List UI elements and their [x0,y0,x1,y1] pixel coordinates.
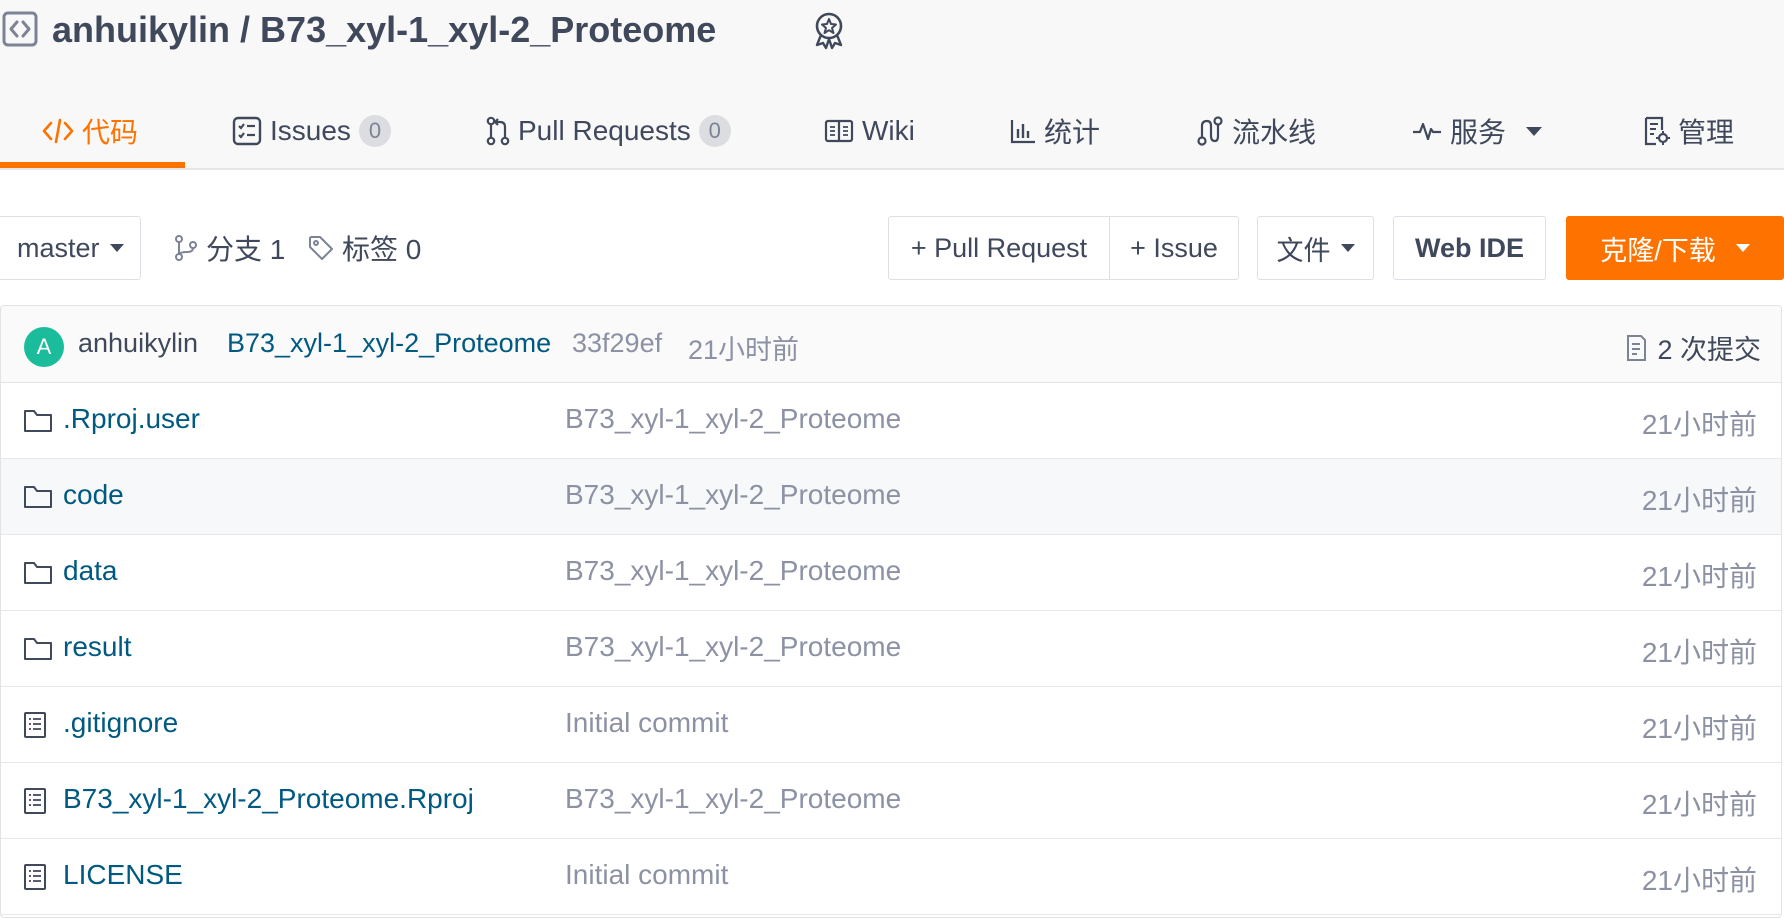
tab-label: Issues [270,115,351,146]
file-row[interactable]: code B73_xyl-1_xyl-2_Proteome 21小时前 [1,459,1781,535]
repository-icon [2,11,38,47]
tags-link[interactable]: 标签 0 [308,222,421,274]
latest-commit-bar: A anhuikylin B73_xyl-1_xyl-2_Proteome 33… [1,306,1781,383]
bar-chart-icon [1010,120,1035,144]
file-commit-message[interactable]: Initial commit [565,707,728,739]
tab-label: 代码 [82,117,139,148]
tab-pull-requests[interactable]: Pull Requests 0 [486,92,731,170]
file-menu-label: 文件 [1276,235,1331,266]
tab-services[interactable]: 服务 [1412,92,1543,170]
file-commit-time: 21小时前 [1641,637,1757,668]
file-commit-time: 21小时前 [1641,713,1757,744]
file-commit-time: 21小时前 [1641,789,1757,820]
issues-icon [232,116,262,146]
tab-label: Wiki [862,115,915,146]
chevron-down-icon [109,244,124,252]
pull-request-icon [486,116,510,146]
tab-statistics[interactable]: 统计 [1010,92,1100,170]
folder-icon [24,486,52,508]
web-ide-button[interactable]: Web IDE [1393,216,1546,280]
tag-icon [309,236,333,260]
pulse-icon [1413,122,1441,141]
branch-icon [175,235,197,261]
tab-label: 流水线 [1232,117,1317,148]
file-row[interactable]: B73_xyl-1_xyl-2_Proteome.Rproj B73_xyl-1… [1,763,1781,839]
file-commit-time: 21小时前 [1641,485,1757,516]
file-text-icon [24,712,46,738]
branch-select-value: master [17,232,100,263]
repo-title: anhuikylin / B73_xyl-1_xyl-2_Proteome [52,6,716,54]
tab-management[interactable]: 管理 [1642,92,1734,170]
issues-count-badge: 0 [358,115,391,147]
file-row[interactable]: .gitignore Initial commit 21小时前 [1,687,1781,763]
commit-message-link[interactable]: B73_xyl-1_xyl-2_Proteome [227,328,551,359]
book-icon [824,119,854,143]
file-commit-message[interactable]: B73_xyl-1_xyl-2_Proteome [565,631,901,663]
clone-download-button[interactable]: 克隆/下载 [1566,216,1784,280]
file-commit-time: 21小时前 [1641,865,1757,896]
chevron-down-icon [1526,126,1543,136]
settings-doc-icon [1644,116,1670,146]
repo-title-separator: / [230,9,261,50]
clone-download-label: 克隆/下载 [1600,235,1716,266]
file-name-link[interactable]: code [63,479,124,511]
commit-author-link[interactable]: anhuikylin [78,328,198,359]
file-commit-time: 21小时前 [1641,409,1757,440]
active-tab-indicator [0,162,185,168]
file-commit-message[interactable]: B73_xyl-1_xyl-2_Proteome [565,555,901,587]
chevron-down-icon [1340,244,1355,252]
repo-name-link[interactable]: B73_xyl-1_xyl-2_Proteome [260,9,716,50]
folder-icon [24,638,52,660]
file-name-link[interactable]: .Rproj.user [63,403,200,435]
file-text-icon [24,864,46,890]
file-name-link[interactable]: LICENSE [63,859,183,891]
repo-tabs: 代码 Issues 0 Pull Requests 0 Wiki 统计 流水线 … [0,92,1784,170]
tab-label: 管理 [1678,117,1735,148]
commits-icon [1627,334,1647,361]
tab-label: Pull Requests [518,115,691,146]
tab-label: 统计 [1044,117,1101,148]
file-name-link[interactable]: data [63,555,118,587]
branch-select[interactable]: master [0,216,141,280]
folder-icon [24,562,52,584]
file-commit-message[interactable]: B73_xyl-1_xyl-2_Proteome [565,479,901,511]
tab-issues[interactable]: Issues 0 [232,92,391,170]
file-commit-message[interactable]: Initial commit [565,859,728,891]
tab-pipeline[interactable]: 流水线 [1196,92,1316,170]
chevron-down-icon [1735,244,1750,252]
code-icon [42,118,74,144]
repo-owner-link[interactable]: anhuikylin [52,9,230,50]
file-row[interactable]: LICENSE Initial commit 21小时前 [1,839,1781,915]
file-name-link[interactable]: B73_xyl-1_xyl-2_Proteome.Rproj [63,783,474,815]
branches-label: 分支 1 [206,234,286,265]
file-name-link[interactable]: result [63,631,131,663]
file-menu-button[interactable]: 文件 [1257,216,1374,280]
branches-link[interactable]: 分支 1 [174,222,285,274]
file-name-link[interactable]: .gitignore [63,707,178,739]
file-commit-message[interactable]: B73_xyl-1_xyl-2_Proteome [565,403,901,435]
commit-sha-link[interactable]: 33f29ef [572,328,662,359]
tags-label: 标签 0 [342,234,422,265]
file-row[interactable]: data B73_xyl-1_xyl-2_Proteome 21小时前 [1,535,1781,611]
pipeline-icon [1197,116,1223,146]
award-badge-icon[interactable] [808,9,850,51]
pull-requests-count-badge: 0 [698,115,731,147]
tab-wiki[interactable]: Wiki [824,92,915,170]
file-commit-message[interactable]: B73_xyl-1_xyl-2_Proteome [565,783,901,815]
file-browser: A anhuikylin B73_xyl-1_xyl-2_Proteome 33… [0,305,1782,918]
tab-code[interactable]: 代码 [42,92,138,170]
folder-icon [24,410,52,432]
commit-time: 21小时前 [688,335,800,365]
commit-count-link[interactable]: 2 次提交 [1625,328,1761,367]
new-issue-button[interactable]: + Issue [1109,216,1239,280]
commit-count-label: 2 次提交 [1657,335,1761,365]
file-text-icon [24,788,46,814]
repo-header: anhuikylin / B73_xyl-1_xyl-2_Proteome 代码… [0,0,1784,170]
file-row[interactable]: .Rproj.user B73_xyl-1_xyl-2_Proteome 21小… [1,383,1781,459]
avatar[interactable]: A [24,327,64,367]
file-commit-time: 21小时前 [1641,561,1757,592]
tab-label: 服务 [1450,117,1507,148]
file-row[interactable]: result B73_xyl-1_xyl-2_Proteome 21小时前 [1,611,1781,687]
new-pull-request-button[interactable]: + Pull Request [888,216,1110,280]
